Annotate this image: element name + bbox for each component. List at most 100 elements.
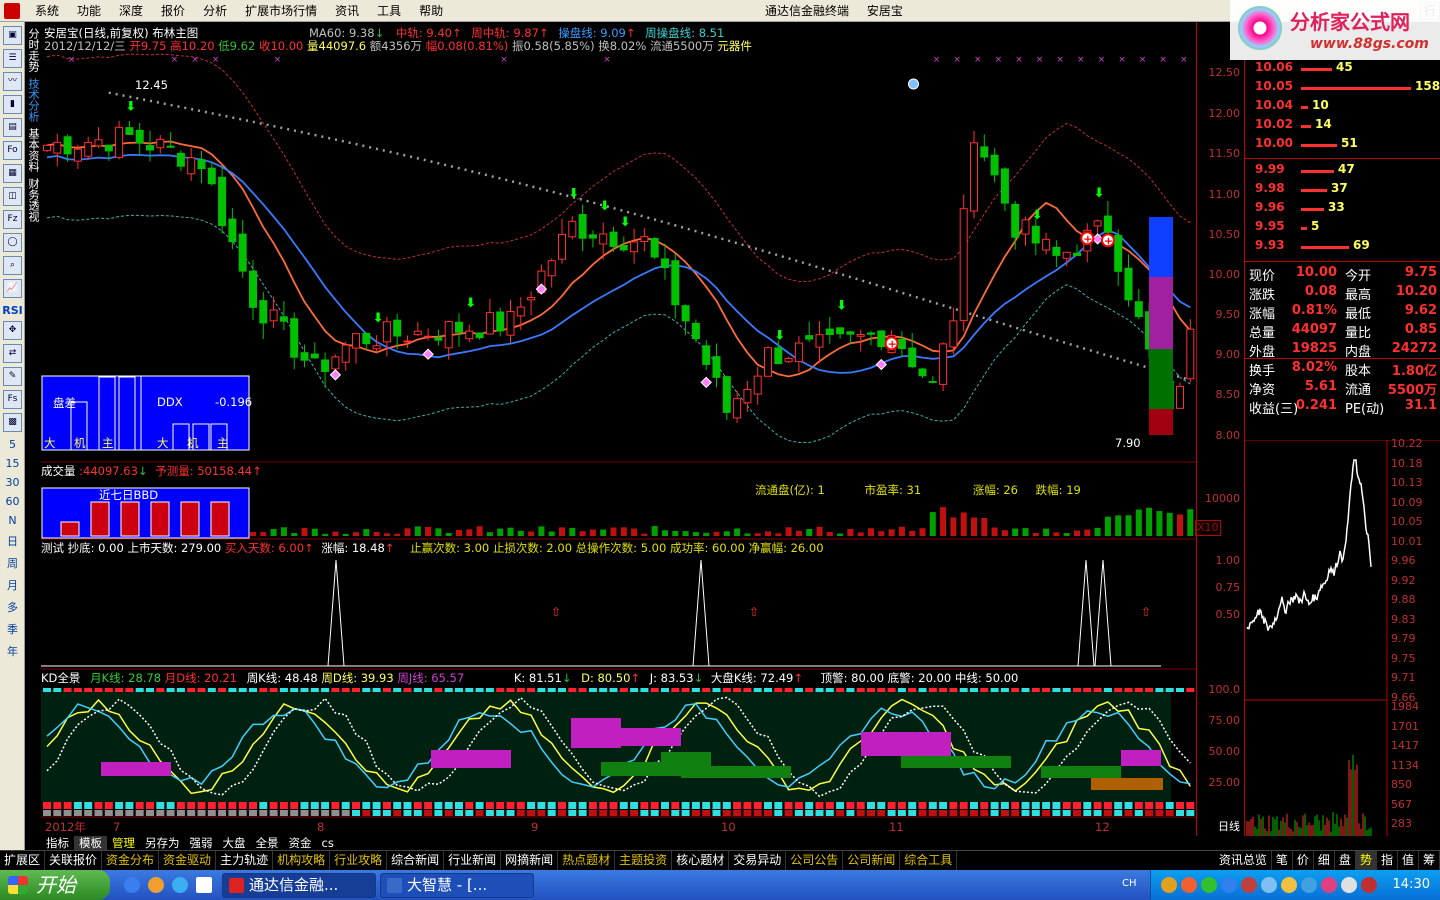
menu-function[interactable]: 功能 <box>68 0 110 22</box>
toolbar-rsi[interactable]: RSI <box>0 304 25 317</box>
period-5[interactable]: 5 <box>0 438 25 451</box>
tray-app-icon-7[interactable] <box>1321 877 1337 893</box>
period-n[interactable]: N <box>0 514 25 527</box>
tab-strength[interactable]: 强弱 <box>185 836 218 850</box>
ie-icon[interactable] <box>124 877 140 893</box>
toolbar-chart-icon[interactable]: 📈 <box>3 279 22 298</box>
ext-industry-news[interactable]: 行业新闻 <box>444 851 502 870</box>
menu-depth[interactable]: 深度 <box>110 0 152 22</box>
qtab-detail[interactable]: 细 <box>1314 851 1335 870</box>
chart-area[interactable]: ⬇⬇⬇⬇⬇⬇⬇⬇⬇⬇⬇+++××××××××××××××××××××⇧⇧⇧ 安居… <box>41 22 1221 836</box>
task-tdx[interactable]: 通达信金融... <box>222 873 376 898</box>
tab-basic[interactable]: 基本资料 <box>26 128 40 172</box>
tab-cs[interactable]: cs <box>317 836 339 850</box>
tab-minute[interactable]: 分时走势 <box>26 28 40 72</box>
ext-fund-drive[interactable]: 资金驱动 <box>159 851 217 870</box>
period-label[interactable]: 日线 <box>1218 818 1240 834</box>
ext-general-news[interactable]: 综合新闻 <box>387 851 445 870</box>
ext-trade-abnormal[interactable]: 交易异动 <box>729 851 787 870</box>
tray-app-icon-1[interactable] <box>1161 877 1177 893</box>
period-month[interactable]: 月 <box>0 577 25 593</box>
toolbar-minute-icon[interactable]: 〰 <box>3 72 22 91</box>
qtab-chips[interactable]: 筹 <box>1419 851 1440 870</box>
toolbar-list-icon[interactable]: ☰ <box>3 49 22 68</box>
start-button[interactable]: 开始 <box>0 870 110 900</box>
qtab-ticks[interactable]: 笔 <box>1272 851 1293 870</box>
ext-web-news[interactable]: 网摘新闻 <box>501 851 559 870</box>
qtab-price[interactable]: 价 <box>1293 851 1314 870</box>
toolbar-quote-icon[interactable]: ▣ <box>3 26 22 45</box>
tab-fund[interactable]: 资金 <box>284 836 317 850</box>
tab-indicator[interactable]: 指标 <box>41 836 74 850</box>
toolbar-search-icon[interactable]: ⌕ <box>3 256 22 275</box>
toolbar-kline-icon[interactable]: ▮ <box>3 95 22 114</box>
tray-network-icon[interactable] <box>1221 877 1237 893</box>
toolbar-pen-icon[interactable]: ✎ <box>3 367 22 386</box>
toolbar-news-icon[interactable]: ◫ <box>3 187 22 206</box>
toolbar-fz-icon[interactable]: Fz <box>3 210 22 229</box>
skype-icon[interactable] <box>172 877 188 893</box>
ime-indicator[interactable]: CH <box>1122 878 1137 889</box>
qq-icon[interactable] <box>148 877 164 893</box>
toolbar-loop-icon[interactable]: ◯ <box>3 233 22 252</box>
tab-finance[interactable]: 财务透视 <box>26 178 40 222</box>
qtab-book[interactable]: 盘 <box>1335 851 1356 870</box>
menu-ext-market[interactable]: 扩展市场行情 <box>236 0 326 22</box>
tab-technical[interactable]: 技术分析 <box>26 78 40 122</box>
period-15[interactable]: 15 <box>0 457 25 470</box>
menu-quote[interactable]: 报价 <box>152 0 194 22</box>
toolbar-bidir-icon[interactable]: ⇄ <box>3 344 22 363</box>
ext-fund-dist[interactable]: 资金分布 <box>102 851 160 870</box>
ext-org-strategy[interactable]: 机构攻略 <box>273 851 331 870</box>
period-week[interactable]: 周 <box>0 555 25 571</box>
menu-news[interactable]: 资讯 <box>326 0 368 22</box>
tray-shield-icon[interactable] <box>1241 877 1257 893</box>
tray-app-icon-4[interactable] <box>1261 877 1277 893</box>
period-60[interactable]: 60 <box>0 495 25 508</box>
ext-hot-topic[interactable]: 热点题材 <box>558 851 616 870</box>
toolbar-f10-icon[interactable]: ▤ <box>3 118 22 137</box>
menu-help[interactable]: 帮助 <box>410 0 452 22</box>
menu-tools[interactable]: 工具 <box>368 0 410 22</box>
ext-industry-strategy[interactable]: 行业攻略 <box>330 851 388 870</box>
qtab-value[interactable]: 值 <box>1398 851 1419 870</box>
ext-theme-invest[interactable]: 主题投资 <box>615 851 673 870</box>
toolbar-fo-icon[interactable]: Fo <box>3 141 22 160</box>
qtab-trend[interactable]: 势 <box>1355 851 1377 870</box>
tab-template[interactable]: 模板 <box>74 836 107 850</box>
tray-app-icon-2[interactable] <box>1181 877 1197 893</box>
bbd-label: 近七日BBD <box>99 488 159 502</box>
ext-core-topic[interactable]: 核心题材 <box>672 851 730 870</box>
tab-manage[interactable]: 管理 <box>107 836 140 850</box>
tab-market[interactable]: 大盘 <box>218 836 251 850</box>
period-year[interactable]: 年 <box>0 643 25 659</box>
ext-area[interactable]: 扩展区 <box>0 851 46 870</box>
desktop-icon[interactable] <box>196 877 212 893</box>
menu-analysis[interactable]: 分析 <box>194 0 236 22</box>
tray-volume-icon[interactable] <box>1341 877 1357 893</box>
toolbar-move-icon[interactable]: ✥ <box>3 321 22 340</box>
ext-related[interactable]: 关联报价 <box>45 851 103 870</box>
period-day[interactable]: 日 <box>0 533 25 549</box>
ext-company-news[interactable]: 公司新闻 <box>843 851 901 870</box>
task-dzh[interactable]: 大智慧 - [... <box>380 873 534 898</box>
period-30[interactable]: 30 <box>0 476 25 489</box>
tab-saveas[interactable]: 另存为 <box>140 836 185 850</box>
toolbar-grid-icon[interactable]: ▩ <box>3 413 22 432</box>
toolbar-fs-icon[interactable]: Fs <box>3 390 22 409</box>
ext-tools[interactable]: 综合工具 <box>900 851 958 870</box>
qtab-overview[interactable]: 资讯总览 <box>1215 851 1272 870</box>
tab-panorama[interactable]: 全景 <box>251 836 284 850</box>
tray-app-icon-5[interactable] <box>1281 877 1297 893</box>
menu-system[interactable]: 系统 <box>26 0 68 22</box>
ext-announcement[interactable]: 公司公告 <box>786 851 844 870</box>
tray-app-icon-3[interactable] <box>1201 877 1217 893</box>
ext-main-track[interactable]: 主力轨迹 <box>216 851 274 870</box>
qtab-index[interactable]: 指 <box>1377 851 1398 870</box>
tray-alert-icon[interactable] <box>1361 877 1377 893</box>
candle-body <box>63 136 72 155</box>
tray-app-icon-6[interactable] <box>1301 877 1317 893</box>
toolbar-stat-icon[interactable]: ▦ <box>3 164 22 183</box>
period-season[interactable]: 季 <box>0 621 25 637</box>
period-multi[interactable]: 多 <box>0 599 25 615</box>
